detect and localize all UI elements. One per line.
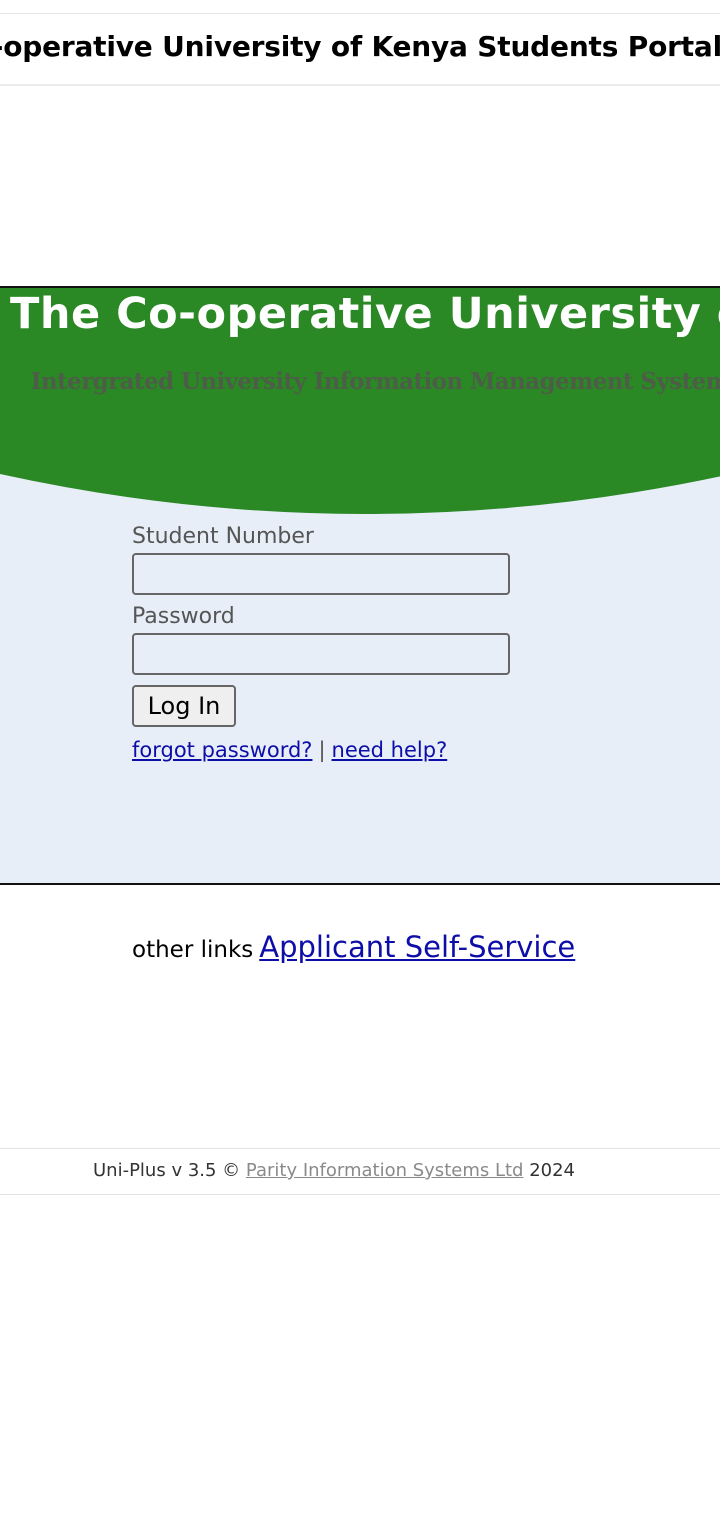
footer-year: 2024 (529, 1160, 576, 1181)
need-help-link[interactable]: need help? (332, 738, 448, 762)
parity-systems-link[interactable]: Parity Information Systems Ltd (246, 1160, 524, 1181)
footer: Uni-Plus v 3.5 © Parity Information Syst… (0, 1148, 720, 1195)
password-input[interactable] (132, 633, 510, 675)
login-button[interactable]: Log In (132, 685, 236, 727)
login-panel: The Co-operative University of Kenya Int… (0, 286, 720, 885)
page-header: The Co-operative University of Kenya Stu… (0, 14, 720, 84)
footer-text: Uni-Plus v 3.5 © Parity Information Syst… (93, 1160, 575, 1181)
password-label: Password (132, 604, 235, 629)
forgot-password-link[interactable]: forgot password? (132, 738, 312, 762)
banner-title: The Co-operative University of Kenya (10, 289, 720, 339)
header-divider (0, 84, 720, 86)
student-number-label: Student Number (132, 524, 314, 549)
other-links: other links Applicant Self-Service (132, 930, 575, 964)
other-links-label: other links (132, 937, 254, 963)
student-number-input[interactable] (132, 553, 510, 595)
applicant-self-service-link[interactable]: Applicant Self-Service (259, 930, 575, 964)
banner-subtitle: Intergrated University Information Manag… (30, 368, 720, 395)
page-title: The Co-operative University of Kenya Stu… (0, 30, 720, 63)
link-separator: | (318, 738, 326, 762)
help-links: forgot password? | need help? (132, 738, 447, 762)
footer-version: Uni-Plus v 3.5 © (93, 1160, 241, 1181)
